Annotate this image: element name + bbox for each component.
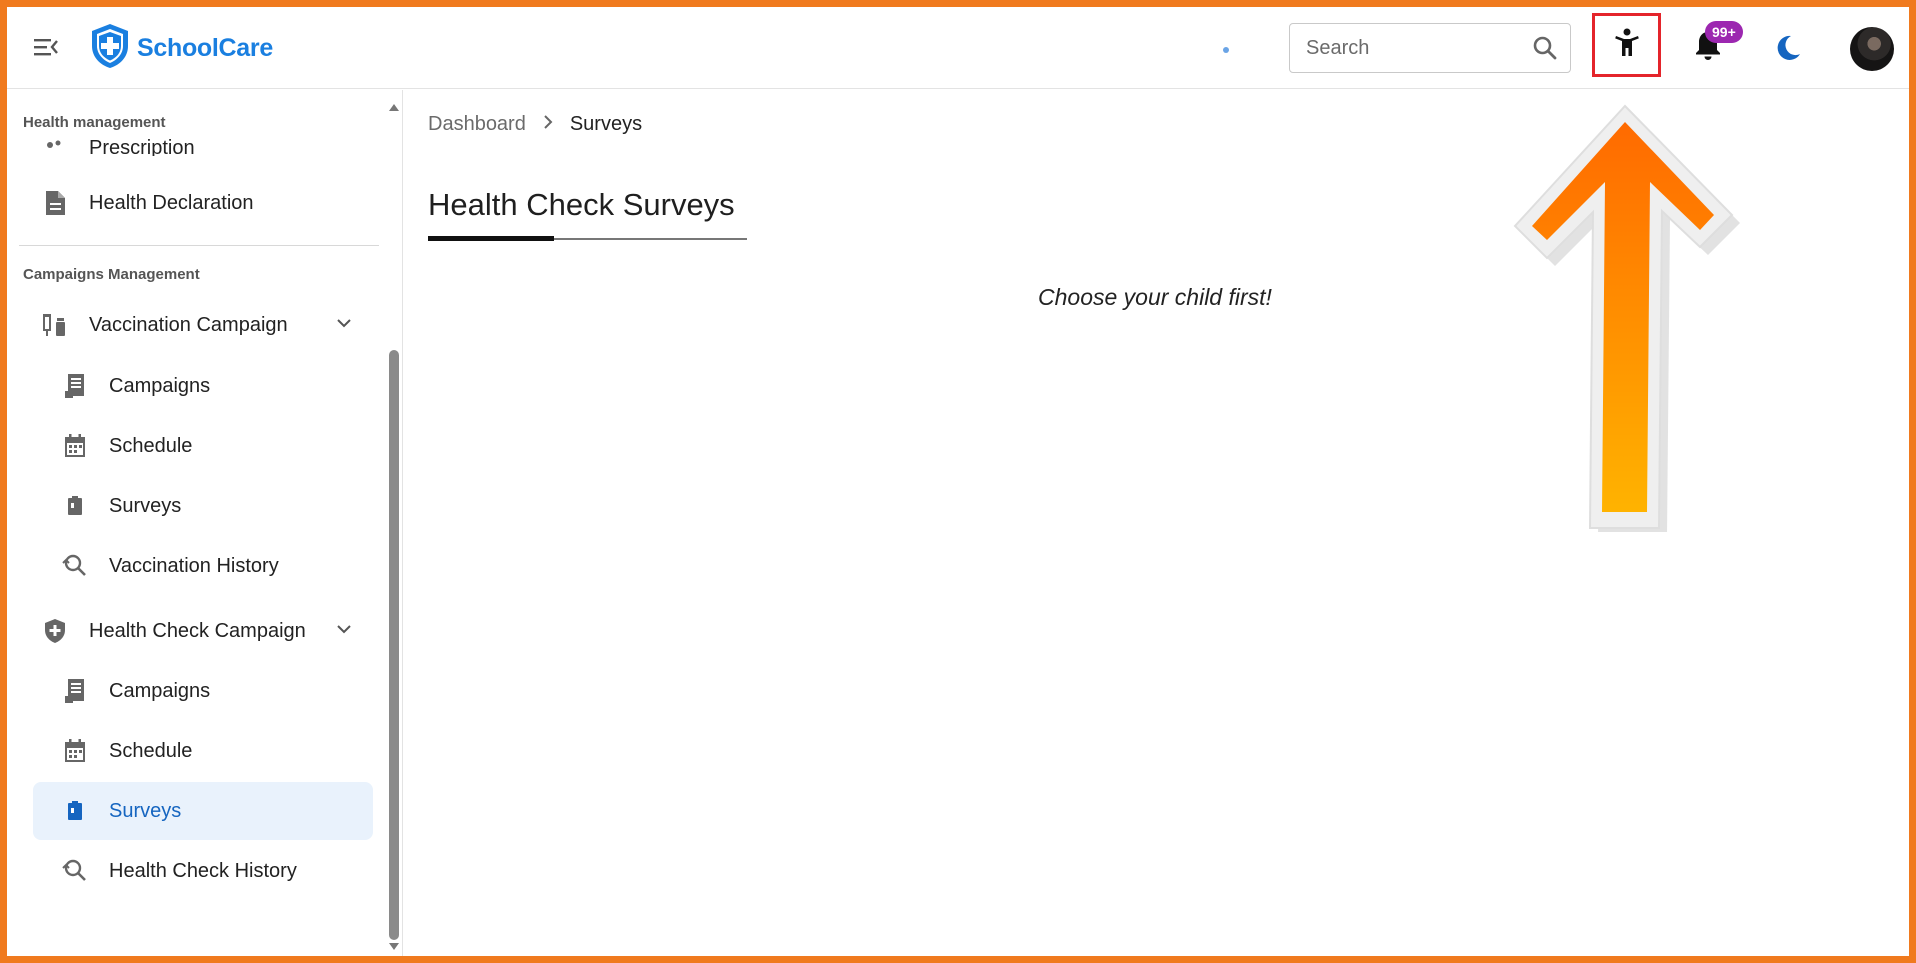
empty-state-message: Choose your child first! [1038,284,1272,310]
sidebar-item-health-declaration[interactable]: Health Declaration [33,174,373,232]
theme-toggle-button[interactable] [1773,33,1803,68]
pill-icon [41,134,69,156]
sidebar-item-label: Schedule [109,739,193,762]
sidebar-item-label: Surveys [109,494,182,517]
scroll-up-icon[interactable] [388,102,400,112]
sidebar-item-health-check-schedule[interactable]: Schedule [33,722,373,780]
sidebar-item-label: Schedule [109,434,193,457]
sidebar-scrollbar[interactable] [385,90,402,956]
app-window: SchoolCare Search 99+ Health management … [7,7,1909,956]
notification-badge: 99+ [1705,21,1743,43]
sidebar-item-label: Surveys [109,799,182,822]
app-logo[interactable]: SchoolCare [87,23,273,73]
breadcrumb-dashboard[interactable]: Dashboard [428,113,526,136]
menu-collapse-icon[interactable] [31,32,61,62]
sidebar: Health management Prescription Health De… [7,90,403,956]
document-icon [41,189,69,217]
app-name: SchoolCare [137,33,273,62]
sidebar-item-health-check-campaigns[interactable]: Campaigns [33,662,373,720]
top-bar: SchoolCare Search 99+ [7,7,1909,89]
sidebar-item-vaccination-campaigns[interactable]: Campaigns [33,357,373,415]
sidebar-item-label: Health Check Campaign [89,619,306,642]
sidebar-item-health-check-campaign[interactable]: Health Check Campaign [33,602,373,660]
sidebar-item-vaccination-campaign[interactable]: Vaccination Campaign [33,296,373,354]
user-avatar[interactable] [1850,27,1894,71]
syringe-vial-icon [41,311,69,339]
sidebar-item-label: Campaigns [109,679,211,702]
tab-active-indicator [428,236,554,241]
sidebar-item-label: Vaccination Campaign [89,313,288,336]
clipboard-icon [61,797,89,825]
search-icon[interactable] [1532,35,1558,66]
search-field[interactable] [1289,23,1571,73]
sidebar-item-health-check-history[interactable]: Health Check History [33,842,373,900]
sidebar-item-label: Campaigns [109,374,211,397]
tab-health-check-surveys[interactable]: Health Check Surveys [428,187,735,223]
shield-plus-icon [41,617,69,645]
sidebar-item-label: Prescription [89,136,195,157]
scrollbar-thumb[interactable] [389,350,399,940]
chevron-down-icon[interactable] [335,314,353,338]
chevron-right-icon [542,113,554,136]
breadcrumb-current: Surveys [569,113,643,135]
history-search-icon [61,857,89,885]
sidebar-item-vaccination-schedule[interactable]: Schedule [33,417,373,475]
sidebar-item-prescription[interactable]: Prescription [33,116,373,156]
sidebar-item-label: Vaccination History [109,554,279,577]
moon-icon [1773,35,1803,67]
receipt-icon [61,372,89,400]
calendar-icon [61,432,89,460]
bell-icon [1693,32,1723,65]
search-input[interactable] [1306,36,1526,60]
breadcrumb: Dashboard Surveys [428,113,642,136]
sidebar-item-health-check-surveys[interactable]: Surveys [33,782,373,840]
shield-logo-icon [87,22,133,75]
calendar-icon [61,737,89,765]
history-search-icon [61,552,89,580]
sidebar-item-label: Health Check History [109,859,297,882]
sidebar-item-label: Health Declaration [89,191,254,214]
scroll-down-icon[interactable] [388,942,400,952]
child-icon [1613,28,1641,63]
chevron-down-icon[interactable] [335,620,353,644]
section-campaigns-management: Campaigns Management [23,266,200,283]
sidebar-item-vaccination-surveys[interactable]: Surveys [33,477,373,535]
annotation-arrow-icon [1487,102,1747,537]
sidebar-divider [19,245,379,246]
sidebar-item-vaccination-history[interactable]: Vaccination History [33,537,373,595]
loading-indicator [1223,47,1229,53]
clipboard-icon [61,492,89,520]
receipt-icon [61,677,89,705]
child-select-button[interactable] [1592,13,1661,77]
